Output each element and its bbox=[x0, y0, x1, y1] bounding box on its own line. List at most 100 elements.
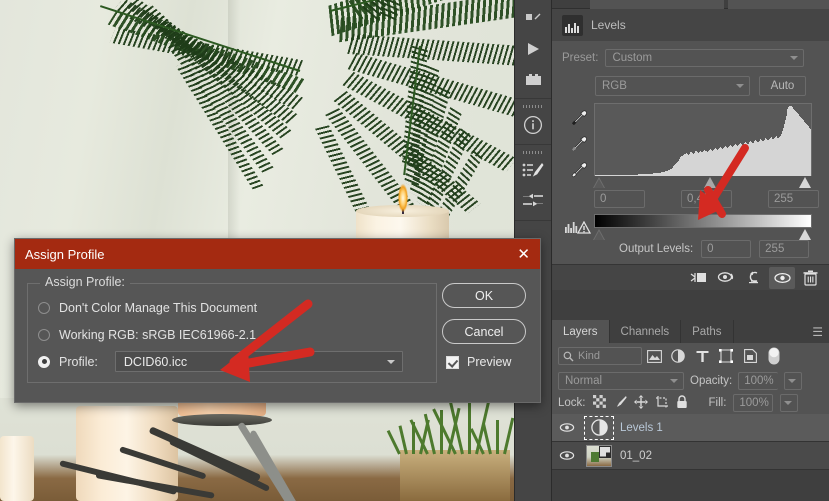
shape-layer-filter-icon[interactable] bbox=[714, 345, 738, 367]
input-white-handle[interactable] bbox=[799, 177, 811, 188]
tab-layers[interactable]: Layers bbox=[552, 320, 610, 343]
radio-profile[interactable] bbox=[38, 355, 50, 368]
photo-lower-section bbox=[0, 398, 514, 501]
dialog-body: Assign Profile: Don't Color Manage This … bbox=[15, 269, 540, 403]
set-gray-point-eyedropper[interactable] bbox=[569, 135, 588, 154]
layer-visibility-toggle-2[interactable] bbox=[556, 450, 578, 461]
output-white-field[interactable]: 255 bbox=[759, 240, 810, 258]
lock-label: Lock: bbox=[558, 397, 586, 409]
option-dont-color-manage[interactable]: Don't Color Manage This Document bbox=[28, 294, 436, 321]
photo-flame bbox=[396, 178, 410, 212]
input-black-handle[interactable] bbox=[593, 177, 605, 188]
layer-name-levels-1[interactable]: Levels 1 bbox=[620, 422, 663, 434]
panel-tab-sliver-b[interactable] bbox=[728, 0, 829, 9]
opacity-stepper[interactable] bbox=[784, 371, 803, 390]
play-icon[interactable] bbox=[515, 34, 551, 64]
panel-menu-icon[interactable]: ☰ bbox=[812, 325, 823, 339]
view-previous-state-icon[interactable] bbox=[713, 267, 739, 289]
image-layer-thumbnail[interactable] bbox=[584, 444, 614, 468]
adjustments-icon[interactable] bbox=[515, 186, 551, 216]
opacity-field[interactable]: 100% bbox=[738, 371, 779, 390]
channel-row: RGB Auto bbox=[562, 76, 819, 96]
layer-filter-kind-select[interactable]: Kind bbox=[558, 347, 642, 365]
preset-row: Preset: Custom bbox=[562, 49, 819, 67]
lock-transparency-icon[interactable] bbox=[592, 395, 606, 411]
radio-dont-color-manage[interactable] bbox=[38, 301, 50, 314]
output-black-field[interactable]: 0 bbox=[701, 240, 752, 258]
levels-histogram bbox=[594, 103, 812, 176]
lock-position-icon[interactable] bbox=[633, 394, 648, 412]
blend-mode-row: Normal Opacity: 100% bbox=[552, 369, 829, 392]
chevron-down-icon bbox=[670, 378, 678, 383]
output-levels-slider[interactable] bbox=[593, 228, 812, 242]
input-white-field[interactable]: 255 bbox=[768, 190, 819, 208]
library-icon[interactable] bbox=[515, 64, 551, 94]
photo-grass-blade bbox=[386, 429, 401, 455]
input-gamma-field[interactable]: 0,45 bbox=[681, 190, 732, 208]
set-white-point-eyedropper[interactable] bbox=[569, 161, 588, 180]
dialog-titlebar[interactable]: Assign Profile ✕ bbox=[15, 239, 540, 269]
fill-field[interactable]: 100% bbox=[733, 394, 774, 412]
input-black-field[interactable]: 0 bbox=[594, 190, 645, 208]
layer-name-01-02[interactable]: 01_02 bbox=[620, 450, 652, 462]
lock-all-icon[interactable] bbox=[676, 394, 688, 412]
panel-tab-strip[interactable] bbox=[552, 0, 829, 9]
auto-button[interactable]: Auto bbox=[759, 76, 806, 96]
layer-row-levels-1[interactable]: Levels 1 bbox=[552, 414, 829, 442]
filter-power-toggle-icon[interactable] bbox=[762, 345, 786, 367]
input-levels-values: 0 0,45 255 bbox=[562, 190, 819, 208]
brush-presets-icon[interactable] bbox=[515, 156, 551, 186]
properties-panel-header: Levels bbox=[552, 9, 829, 41]
preview-checkbox-row[interactable]: Preview bbox=[442, 355, 526, 369]
layer-row-01-02[interactable]: 01_02 bbox=[552, 442, 829, 470]
cancel-button[interactable]: Cancel bbox=[442, 319, 526, 344]
chevron-down-icon bbox=[784, 401, 793, 405]
assign-profile-dialog[interactable]: Assign Profile ✕ Assign Profile: Don't C… bbox=[14, 238, 541, 403]
type-layer-filter-icon[interactable] bbox=[690, 345, 714, 367]
pixel-layer-filter-icon[interactable] bbox=[642, 345, 666, 367]
channel-select[interactable]: RGB bbox=[595, 76, 750, 96]
layers-panel-tabs[interactable]: Layers Channels Paths ☰ bbox=[552, 320, 829, 343]
preset-select[interactable]: Custom bbox=[605, 49, 805, 67]
toggle-layer-visibility-icon[interactable] bbox=[769, 266, 795, 289]
panel-drag-grip[interactable] bbox=[515, 103, 551, 110]
ok-button[interactable]: OK bbox=[442, 283, 526, 308]
layer-visibility-toggle[interactable] bbox=[556, 422, 578, 433]
output-black-handle[interactable] bbox=[593, 229, 605, 240]
preset-value: Custom bbox=[612, 52, 653, 64]
delete-adjustment-icon[interactable] bbox=[797, 267, 823, 289]
smart-object-filter-icon[interactable] bbox=[738, 345, 762, 367]
photo-grass-blade bbox=[496, 420, 499, 454]
adjustment-layer-thumbnail[interactable] bbox=[584, 415, 614, 440]
histogram-section bbox=[562, 103, 819, 190]
tab-channels[interactable]: Channels bbox=[610, 320, 682, 343]
lock-image-pixels-icon[interactable] bbox=[613, 395, 627, 412]
panel-tab-sliver-a[interactable] bbox=[590, 0, 724, 9]
set-black-point-eyedropper[interactable] bbox=[569, 109, 588, 128]
option-profile[interactable]: Profile: DCID60.icc bbox=[28, 348, 436, 375]
input-gamma-handle[interactable] bbox=[704, 177, 716, 188]
radio-working-rgb[interactable] bbox=[38, 328, 50, 341]
close-icon[interactable]: ✕ bbox=[517, 247, 530, 262]
clip-to-layer-icon[interactable] bbox=[685, 267, 711, 289]
panel-drag-grip-2[interactable] bbox=[515, 149, 551, 156]
timeline-partial-icon[interactable] bbox=[515, 4, 551, 34]
reset-icon[interactable] bbox=[741, 267, 767, 289]
eyedropper-column bbox=[562, 103, 594, 190]
tab-paths[interactable]: Paths bbox=[681, 320, 734, 343]
profile-select[interactable]: DCID60.icc bbox=[114, 351, 403, 372]
option-working-rgb[interactable]: Working RGB: sRGB IEC61966-2.1 bbox=[28, 321, 436, 348]
lock-artboard-icon[interactable] bbox=[655, 395, 669, 412]
info-icon[interactable] bbox=[515, 110, 551, 140]
adjustment-layer-filter-icon[interactable] bbox=[666, 345, 690, 367]
clipping-warning-icon[interactable] bbox=[562, 221, 594, 235]
preview-checkbox[interactable] bbox=[446, 355, 459, 369]
preview-label: Preview bbox=[467, 355, 512, 369]
fill-stepper[interactable] bbox=[780, 394, 799, 412]
input-levels-slider[interactable] bbox=[593, 176, 812, 190]
blend-mode-select[interactable]: Normal bbox=[558, 371, 684, 390]
chevron-down-icon bbox=[788, 378, 797, 383]
dialog-title: Assign Profile bbox=[25, 246, 105, 262]
preset-label: Preset: bbox=[562, 52, 599, 64]
output-white-handle[interactable] bbox=[799, 229, 811, 240]
